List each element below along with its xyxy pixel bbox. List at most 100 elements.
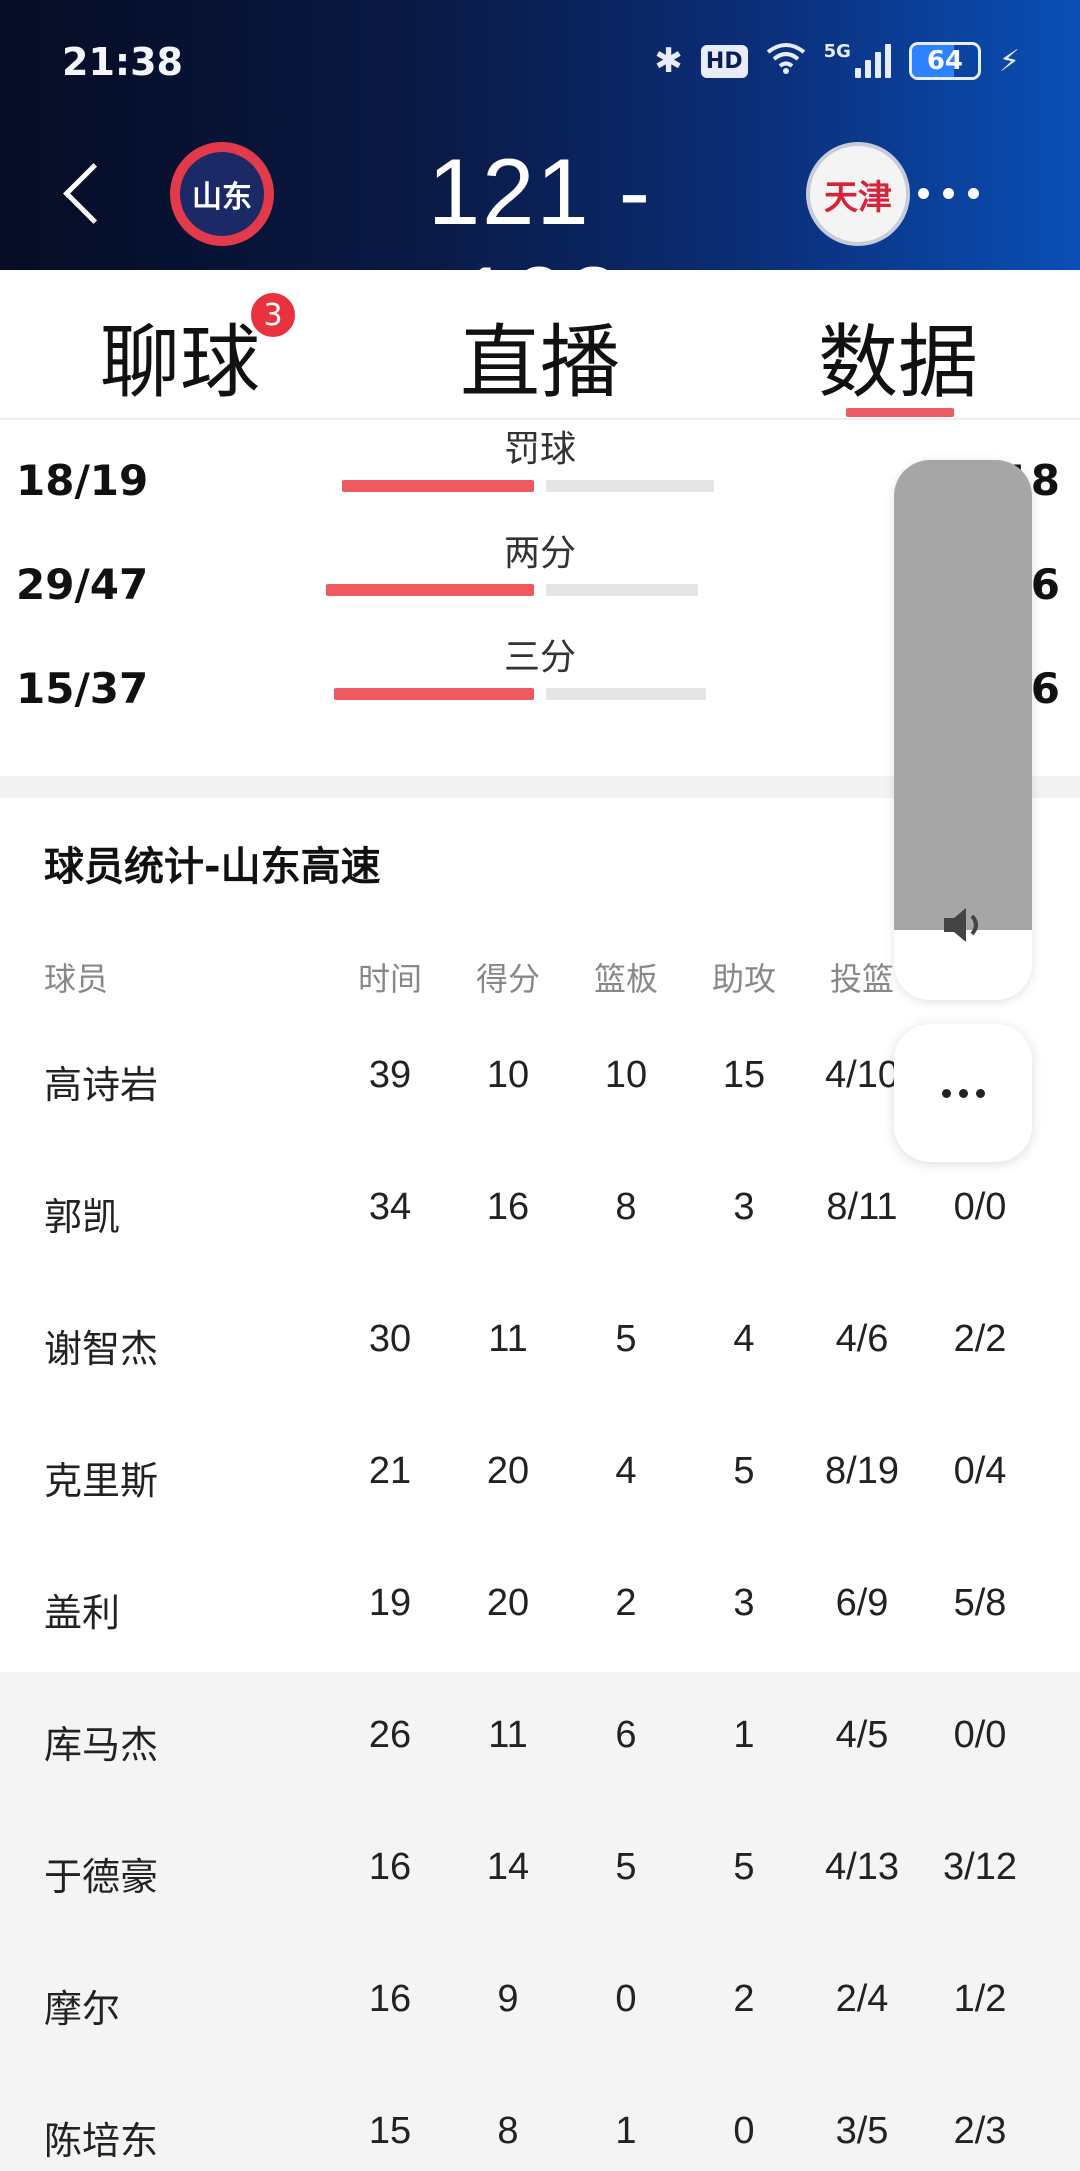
col-points: 得分	[475, 960, 540, 998]
tab-live[interactable]: 直播	[460, 298, 620, 414]
hd-icon: HD	[700, 44, 748, 78]
cell-assists: 5	[733, 1846, 755, 1888]
cell-rebounds: 5	[615, 1318, 637, 1360]
away-team-logo[interactable]: 天津	[806, 142, 910, 246]
network-type: 5G	[823, 40, 851, 62]
more-options-icon[interactable]	[918, 188, 979, 199]
cell-time: 19	[368, 1582, 412, 1624]
cell-field-goals: 2/4	[835, 1978, 889, 2020]
table-row[interactable]: 克里斯 21 20 4 5 8/19 0/4 4	[0, 1408, 1080, 1540]
home-shooting-value: 18/19	[16, 456, 149, 505]
home-shooting-bar	[326, 584, 534, 596]
cell-three-pointers: 0/0	[953, 1714, 1007, 1756]
table-row[interactable]: 郭凯 34 16 8 3 8/11 0/0 0	[0, 1144, 1080, 1276]
cell-assists: 1	[733, 1714, 755, 1756]
cell-free-throws: 3	[1038, 1582, 1080, 1625]
cell-free-throws: 4	[1038, 1450, 1080, 1493]
player-name: 谢智杰	[44, 1327, 159, 1371]
away-shooting-value: 6	[1030, 664, 1060, 713]
player-name: 库马杰	[44, 1723, 159, 1767]
cell-field-goals: 3/5	[835, 2110, 889, 2152]
cell-field-goals: 8/11	[826, 1186, 898, 1228]
col-player: 球员	[44, 960, 109, 998]
bluetooth-icon: ✱	[654, 41, 683, 81]
cell-points: 11	[488, 1318, 528, 1360]
cell-rebounds: 5	[615, 1846, 637, 1888]
battery-level: 64	[926, 46, 964, 76]
cell-three-pointers: 0/0	[953, 1186, 1007, 1228]
player-name: 于德豪	[44, 1855, 159, 1899]
cell-assists: 4	[733, 1318, 755, 1360]
col-assists: 助攻	[711, 960, 776, 998]
cell-time: 16	[368, 1846, 412, 1888]
cell-rebounds: 0	[615, 1978, 637, 2020]
cell-free-throws: 4	[1038, 1978, 1080, 2021]
table-row[interactable]: 库马杰 26 11 6 1 4/5 0/0 3	[0, 1672, 1080, 1804]
player-name: 摩尔	[44, 1987, 121, 2031]
cell-three-pointers: 1/2	[953, 1978, 1007, 2020]
cell-free-throws: 1	[1038, 1318, 1080, 1361]
tab-chat[interactable]: 聊球	[100, 298, 260, 414]
home-shooting-bar	[342, 480, 534, 492]
cell-assists: 15	[722, 1054, 766, 1096]
cell-free-throws: 3	[1038, 1846, 1080, 1889]
speaker-icon	[938, 900, 988, 950]
home-shooting-bar	[334, 688, 534, 700]
cell-points: 16	[486, 1186, 530, 1228]
cell-time: 16	[368, 1978, 412, 2020]
home-shooting-value: 29/47	[16, 560, 149, 609]
cell-field-goals: 4/13	[825, 1846, 899, 1888]
cell-three-pointers: 2/3	[953, 2110, 1007, 2152]
table-row[interactable]: 摩尔 16 9 0 2 2/4 1/2 4	[0, 1936, 1080, 2068]
cell-three-pointers: 5/8	[953, 1582, 1007, 1624]
cell-points: 20	[486, 1582, 530, 1624]
cell-time: 39	[368, 1054, 412, 1096]
more-dots-icon[interactable]	[894, 1024, 1032, 1162]
cell-assists: 5	[733, 1450, 755, 1492]
col-free-throws: 罚	[1043, 954, 1080, 1000]
cell-points: 20	[486, 1450, 530, 1492]
cell-free-throws: 0	[1038, 1186, 1080, 1229]
col-time: 时间	[357, 960, 422, 998]
table-row[interactable]: 谢智杰 30 11 5 4 4/6 2/2 1	[0, 1276, 1080, 1408]
status-icons: ✱ HD 5G 64 ⚡	[654, 36, 1020, 86]
signal-icon	[854, 44, 891, 78]
cell-time: 26	[368, 1714, 412, 1756]
cell-field-goals: 4/6	[835, 1318, 889, 1360]
game-header: 21:38 ✱ HD 5G 64 ⚡ 山东 121 - 102 天津	[0, 0, 1080, 352]
charging-icon: ⚡	[998, 43, 1020, 79]
away-shooting-value: 6	[1030, 560, 1060, 609]
cell-assists: 3	[733, 1186, 755, 1228]
volume-slider[interactable]	[894, 460, 1032, 1000]
home-team-logo[interactable]: 山东	[170, 142, 274, 246]
cell-rebounds: 1	[615, 2110, 637, 2152]
back-button[interactable]	[60, 158, 110, 228]
tab-data[interactable]: 数据	[818, 298, 978, 414]
cell-free-throws: 0	[1038, 2110, 1080, 2153]
cell-points: 8	[497, 2110, 519, 2152]
player-name: 盖利	[44, 1591, 121, 1635]
cell-rebounds: 4	[615, 1450, 637, 1492]
cell-three-pointers: 3/12	[943, 1846, 1017, 1888]
table-row[interactable]: 于德豪 16 14 5 5 4/13 3/12 3	[0, 1804, 1080, 1936]
table-row[interactable]: 盖利 19 20 2 3 6/9 5/8 3	[0, 1540, 1080, 1672]
status-time: 21:38	[62, 40, 183, 84]
home-shooting-value: 15/37	[16, 664, 149, 713]
tab-bar: 聊球 3 直播 数据	[0, 270, 1080, 420]
table-row[interactable]: 陈培东 15 8 1 0 3/5 2/3 0	[0, 2068, 1080, 2171]
cell-time: 30	[368, 1318, 412, 1360]
col-rebounds: 篮板	[593, 960, 658, 998]
cell-time: 15	[368, 2110, 412, 2152]
cell-assists: 0	[733, 2110, 755, 2152]
active-tab-indicator	[846, 408, 954, 417]
cell-three-pointers: 0/4	[953, 1450, 1007, 1492]
cell-assists: 2	[733, 1978, 755, 2020]
player-name: 陈培东	[44, 2119, 159, 2163]
cell-rebounds: 6	[615, 1714, 637, 1756]
player-name: 克里斯	[44, 1459, 159, 1503]
cell-field-goals: 6/9	[835, 1582, 889, 1624]
cell-free-throws: 0	[1038, 1054, 1080, 1097]
cell-rebounds: 8	[615, 1186, 637, 1228]
cell-assists: 3	[733, 1582, 755, 1624]
cell-points: 10	[486, 1054, 530, 1096]
